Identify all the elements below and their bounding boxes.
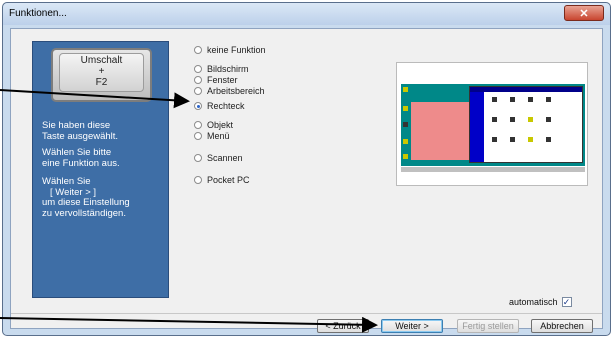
sidebar-text-line: Taste ausgewählt. <box>42 130 119 142</box>
option-label: Arbeitsbereich <box>207 86 265 96</box>
sidebar-text-line: Sie haben diese <box>42 120 111 131</box>
radio-icon[interactable] <box>194 65 202 73</box>
option-label: Objekt <box>207 120 234 130</box>
key-label-line2: + <box>98 66 105 77</box>
option-keine-funktion[interactable]: keine Funktion <box>194 45 266 55</box>
sidebar-text-line: um diese Einstellung <box>42 197 130 208</box>
option-label: Bildschirm <box>207 64 249 74</box>
sidebar-text-line: Wählen Sie <box>42 176 91 187</box>
cancel-button[interactable]: Abbrechen <box>531 319 593 333</box>
option-label: Pocket PC <box>207 175 250 185</box>
sidebar-text-line: Wählen Sie bitte <box>42 147 112 158</box>
radio-icon[interactable] <box>194 154 202 162</box>
option-objekt[interactable]: Objekt <box>194 120 233 130</box>
option-label: Rechteck <box>207 101 245 111</box>
radio-icon[interactable] <box>194 121 202 129</box>
radio-icon[interactable] <box>194 102 202 110</box>
option-bildschirm[interactable]: Bildschirm <box>194 64 249 74</box>
key-icon: Umschalt + F2 <box>51 48 152 102</box>
option-scannen[interactable]: Scannen <box>194 153 243 163</box>
button-separator <box>11 313 602 314</box>
title-bar[interactable]: Funktionen... ✕ <box>3 3 610 25</box>
close-icon: ✕ <box>579 8 589 20</box>
close-button[interactable]: ✕ <box>564 5 604 21</box>
desktop-preview-screenshot <box>401 84 585 172</box>
automatic-option[interactable]: automatisch ✓ <box>509 297 572 307</box>
option-arbeitsbereich[interactable]: Arbeitsbereich <box>194 86 265 96</box>
option-label: Fenster <box>207 75 238 85</box>
option-pocket-pc[interactable]: Pocket PC <box>194 175 250 185</box>
info-sidebar: Umschalt + F2 Sie haben diese Taste ausg… <box>32 41 169 298</box>
radio-icon[interactable] <box>194 76 202 84</box>
sidebar-text-line: eine Funktion aus. <box>42 157 120 169</box>
option-label: Menü <box>207 131 230 141</box>
back-button[interactable]: < Zurück <box>317 319 369 333</box>
option-rechteck[interactable]: Rechteck <box>194 101 245 111</box>
next-button[interactable]: Weiter > <box>381 319 443 333</box>
sidebar-paragraph-2: Wählen Sie bitte eine Funktion aus. <box>42 147 120 169</box>
radio-icon[interactable] <box>194 176 202 184</box>
sidebar-paragraph-1: Sie haben diese Taste ausgewählt. <box>42 120 119 142</box>
sidebar-text-line: zu vervollständigen. <box>42 207 126 219</box>
option-label: Scannen <box>207 153 243 163</box>
automatic-label: automatisch <box>509 297 558 307</box>
option-menue[interactable]: Menü <box>194 131 230 141</box>
window-title: Funktionen... <box>9 8 67 19</box>
key-label-line3: F2 <box>95 77 108 88</box>
sidebar-paragraph-3: Wählen Sie [ Weiter > ] um diese Einstel… <box>42 176 130 219</box>
key-label-line1: Umschalt <box>80 55 123 66</box>
finish-button[interactable]: Fertig stellen <box>457 319 519 333</box>
dialog-client-area: Umschalt + F2 Sie haben diese Taste ausg… <box>10 28 603 333</box>
radio-icon[interactable] <box>194 46 202 54</box>
option-fenster[interactable]: Fenster <box>194 75 238 85</box>
dialog-window: Funktionen... ✕ Umschalt + F2 Sie haben … <box>2 2 611 336</box>
option-label: keine Funktion <box>207 45 266 55</box>
preview-image <box>396 62 588 186</box>
radio-icon[interactable] <box>194 132 202 140</box>
radio-icon[interactable] <box>194 87 202 95</box>
checkbox-icon[interactable]: ✓ <box>561 297 572 307</box>
